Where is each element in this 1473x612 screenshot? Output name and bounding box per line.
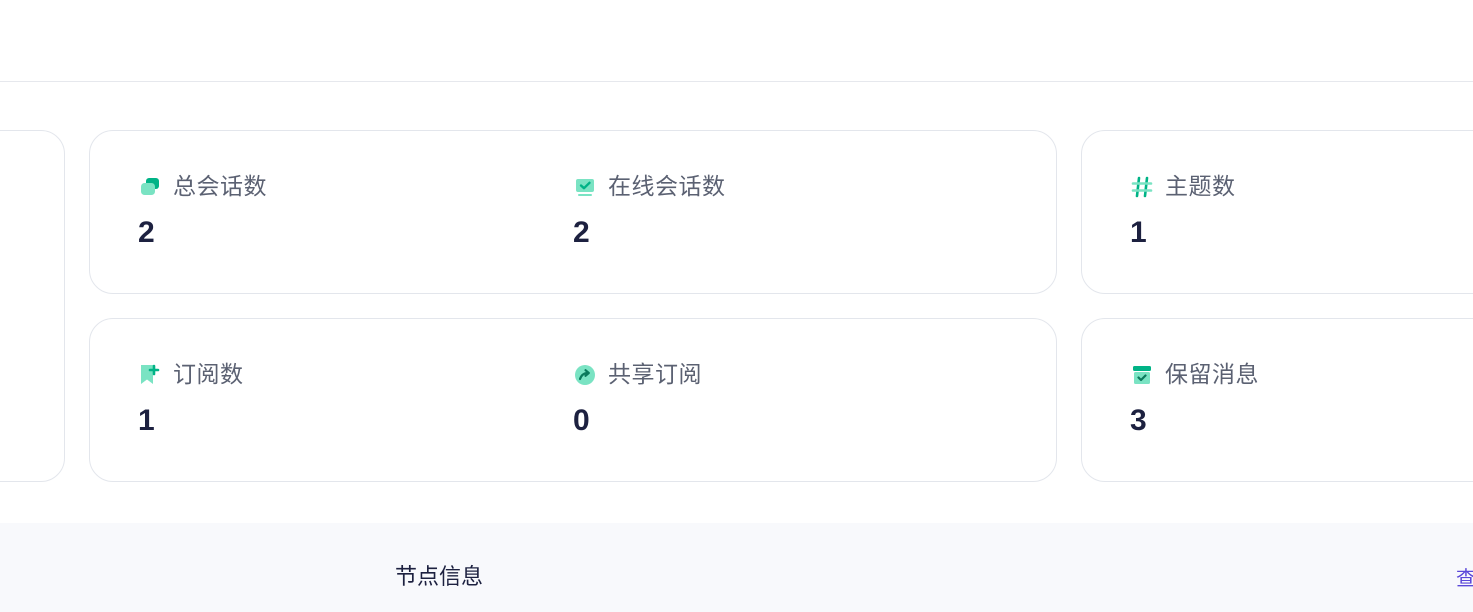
stat-total-sessions: 总会话数 2 <box>138 173 267 248</box>
bookmark-plus-icon <box>138 363 162 387</box>
stat-value: 2 <box>573 216 590 249</box>
left-overview-card <box>0 130 65 482</box>
node-info-section: 节点信息 查 <box>0 523 1473 612</box>
subscriptions-card: 订阅数 1 共享订阅 0 <box>89 318 1057 482</box>
sessions-card: 总会话数 2 在线会话数 2 <box>89 130 1057 294</box>
stat-label: 保留消息 <box>1165 362 1259 388</box>
stat-subscriptions: 订阅数 1 <box>138 361 244 436</box>
node-info-title: 节点信息 <box>395 565 484 590</box>
stat-label: 主题数 <box>1165 174 1236 200</box>
stat-topics: 主题数 1 <box>1130 173 1236 248</box>
retained-messages-card: 保留消息 3 <box>1081 318 1473 482</box>
view-more-link[interactable]: 查 <box>1456 563 1473 593</box>
dashboard-page: 总会话数 2 在线会话数 2 订阅数 1 共享订阅 0 主题数 1 保留消息 3… <box>0 0 1473 612</box>
stat-retained-messages: 保留消息 3 <box>1130 361 1259 436</box>
top-header-bar <box>0 0 1473 82</box>
sessions-icon <box>138 175 162 199</box>
stat-value: 0 <box>573 404 590 437</box>
stat-value: 3 <box>1130 404 1147 437</box>
stat-value: 1 <box>1130 216 1147 249</box>
stat-label: 总会话数 <box>173 174 267 200</box>
share-arrow-icon <box>573 363 597 387</box>
hash-icon <box>1130 175 1154 199</box>
archive-box-icon <box>1130 363 1154 387</box>
stat-value: 2 <box>138 216 155 249</box>
stat-online-sessions: 在线会话数 2 <box>573 173 726 248</box>
stat-shared-subscriptions: 共享订阅 0 <box>573 361 702 436</box>
stat-label: 共享订阅 <box>608 362 702 388</box>
online-monitor-icon <box>573 175 597 199</box>
topics-card: 主题数 1 <box>1081 130 1473 294</box>
stat-label: 订阅数 <box>173 362 244 388</box>
stat-value: 1 <box>138 404 155 437</box>
stat-label: 在线会话数 <box>608 174 726 200</box>
